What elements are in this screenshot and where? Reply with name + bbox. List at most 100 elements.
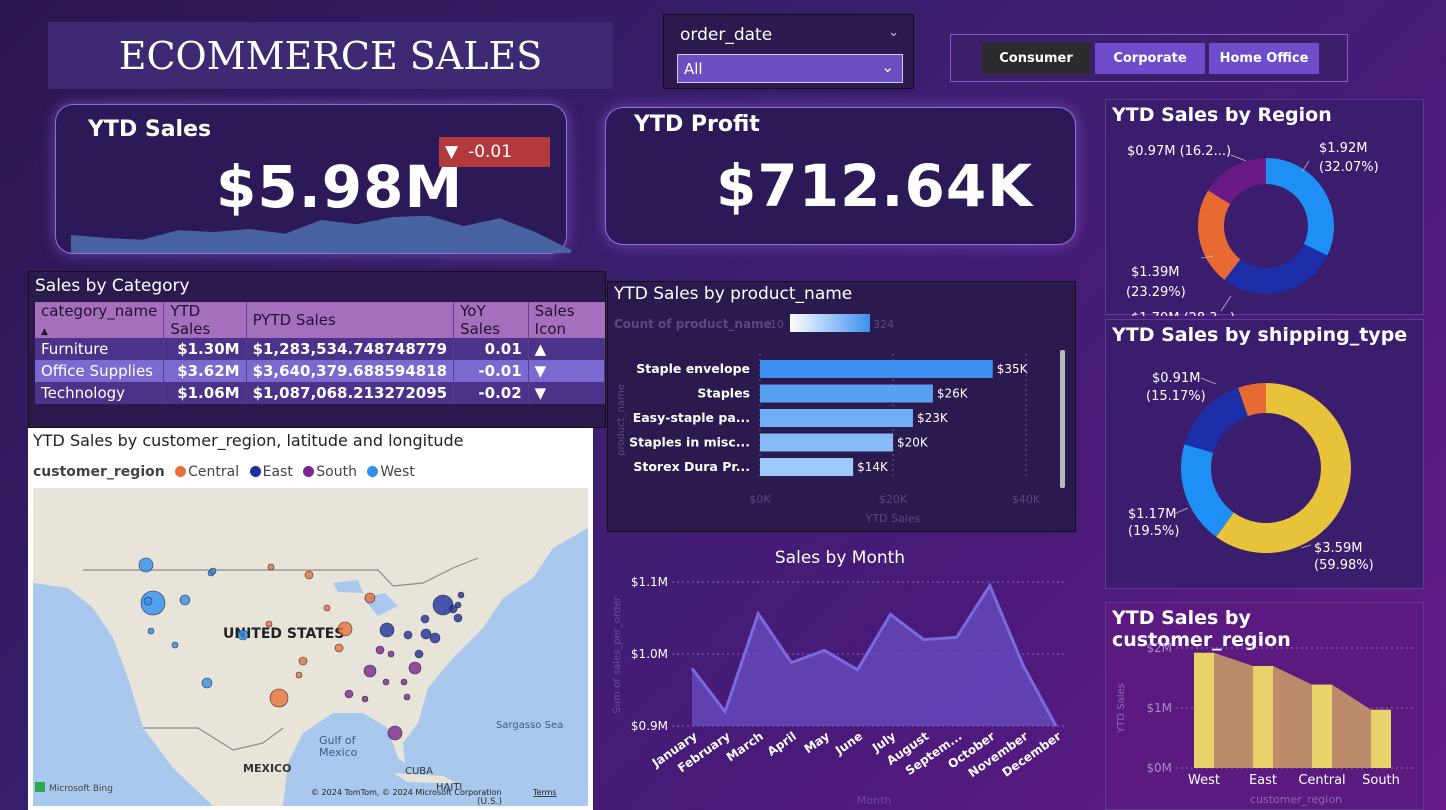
- cell-yoy: -0.01: [453, 360, 529, 382]
- map-bubble: [337, 621, 353, 637]
- segment-label: Home Office: [1219, 51, 1309, 66]
- x-axis-label: customer_region: [1250, 793, 1342, 806]
- cell-ytd: $1.06M: [163, 382, 247, 404]
- x-axis-label: Month: [857, 794, 892, 807]
- data-label: (59.98%): [1314, 558, 1374, 573]
- order-date-slicer[interactable]: order_date ⌄ All ⌄: [663, 14, 914, 89]
- bar-value-label: $23K: [917, 411, 949, 425]
- map-label-us: (U.S.): [477, 797, 502, 806]
- color-scale-min: 10: [770, 318, 784, 331]
- region-bar: [1194, 652, 1214, 768]
- cell-pytd: $1,087,068.213272095: [246, 382, 455, 404]
- month-area: [692, 585, 1056, 726]
- legend-item[interactable]: South: [316, 464, 357, 480]
- data-label: (23.29%): [1126, 285, 1186, 300]
- data-label: $1.70M (28.3...): [1131, 311, 1235, 316]
- map-bubble: [429, 632, 441, 644]
- x-tick-label: South: [1362, 773, 1400, 788]
- column-header[interactable]: PYTD Sales: [246, 302, 455, 338]
- map-bubble: [408, 661, 422, 675]
- color-scale-max: 324: [873, 318, 894, 331]
- x-tick-label: East: [1249, 773, 1277, 788]
- map-bubble: [453, 613, 463, 623]
- product-bar: [760, 409, 913, 427]
- map-label-gulf-2: Mexico: [319, 746, 358, 759]
- yoy-value: -0.01: [468, 142, 513, 162]
- panel-title: YTD Sales by customer_region, latitude a…: [33, 431, 464, 450]
- kpi-value: $712.64K: [716, 152, 1034, 220]
- order-date-dropdown[interactable]: All ⌄: [677, 54, 903, 83]
- chevron-down-icon[interactable]: ⌄: [888, 25, 899, 40]
- leader-line: [1220, 295, 1232, 312]
- donut-slice: [1224, 244, 1328, 295]
- map-bubble: [379, 622, 395, 638]
- map-bubble: [375, 645, 385, 655]
- up-arrow-icon: ▲: [528, 338, 606, 360]
- data-label: $0.91M: [1152, 371, 1200, 386]
- map-label-cuba: CUBA: [405, 766, 433, 777]
- panel-title: Sales by Category: [35, 276, 190, 296]
- bar-value-label: $26K: [937, 387, 969, 401]
- y-tick-label: $2M: [1146, 641, 1172, 655]
- map-bubble: [171, 641, 179, 649]
- map-bubble: [454, 601, 462, 609]
- map-bubble: [209, 567, 217, 575]
- table-row[interactable]: Furniture $1.30M $1,283,534.748748779 0.…: [35, 338, 606, 360]
- chevron-down-icon: ⌄: [881, 58, 894, 76]
- kpi-card-ytd-sales: YTD Sales $5.98M: [55, 104, 571, 254]
- map-bubble: [295, 671, 303, 679]
- x-tick-label: May: [802, 729, 833, 756]
- segment-button-corporate[interactable]: Corporate: [1095, 43, 1205, 74]
- map-bubble: [323, 604, 331, 612]
- customer-region-svg: $0M $1M $2M West East Central South customer_re…: [1116, 641, 1416, 806]
- slicer-label: order_date: [680, 25, 773, 45]
- sales-by-month-chart: Sales by Month $0.9M $1.0M $1.1M January Febr…: [604, 540, 1075, 810]
- map-bubble: [387, 650, 395, 658]
- bar-value-label: $35K: [997, 362, 1029, 376]
- table-row[interactable]: Office Supplies $3.62M $3,640,379.688594…: [35, 360, 606, 382]
- product-sales-chart: YTD Sales by product_name Count of produ…: [607, 281, 1076, 532]
- bar-category-label: Easy-staple pa...: [633, 410, 750, 425]
- legend-item[interactable]: Central: [188, 464, 239, 480]
- x-tick-label: West: [1188, 773, 1220, 788]
- data-label: (32.07%): [1319, 160, 1379, 175]
- map-bubble: [420, 614, 430, 624]
- y-tick-label: $1M: [1146, 701, 1172, 715]
- customer-region-map: YTD Sales by customer_region, latitude a…: [28, 428, 593, 810]
- map-canvas[interactable]: UNITED STATES MEXICO Gulf of Mexico Sarg…: [33, 488, 588, 806]
- dashboard-title: ECOMMERCE SALES: [48, 22, 613, 89]
- product-bar: [760, 384, 933, 403]
- column-header[interactable]: Sales Icon: [528, 302, 605, 338]
- cell-pytd: $3,640,379.688594818: [246, 360, 455, 382]
- legend-dot: [249, 466, 261, 477]
- color-scale-title: Count of product_name: [614, 317, 772, 332]
- segment-button-consumer[interactable]: Consumer: [982, 43, 1090, 74]
- product-bar-svg: Count of product_name10 324 $0K $20K $40K YTD…: [614, 314, 1065, 525]
- dropdown-value: All: [684, 60, 703, 78]
- panel-title: YTD Sales by shipping_type: [1112, 324, 1408, 346]
- x-tick-label: $40K: [1012, 493, 1041, 506]
- x-axis-label: YTD Sales: [865, 512, 921, 525]
- legend-item[interactable]: East: [263, 464, 293, 480]
- column-header[interactable]: YoY Sales: [453, 302, 529, 338]
- region-bar: [1371, 709, 1391, 768]
- segment-button-home-office[interactable]: Home Office: [1209, 43, 1319, 74]
- map-terms-link[interactable]: Terms: [532, 788, 557, 797]
- cell-category: Office Supplies: [35, 360, 165, 382]
- leader-line: [1200, 377, 1217, 385]
- column-header[interactable]: category_name ▲: [35, 302, 165, 338]
- bar-value-label: $14K: [857, 460, 889, 474]
- leader-line: [1300, 544, 1312, 549]
- legend-item[interactable]: West: [380, 464, 414, 480]
- y-axis-label: YTD Sales: [1116, 683, 1127, 734]
- column-header[interactable]: YTD Sales: [163, 302, 247, 338]
- scrollbar: [1060, 350, 1065, 488]
- region-bar: [1253, 666, 1273, 768]
- yoy-badge: ▼ -0.01: [439, 137, 550, 167]
- table-row[interactable]: Technology $1.06M $1,087,068.213272095 -…: [35, 382, 606, 404]
- x-tick-label: $20K: [879, 493, 908, 506]
- map-label-mexico: MEXICO: [243, 762, 291, 775]
- bar-value-label: $20K: [897, 436, 929, 450]
- map-bubble: [364, 592, 376, 604]
- legend-dot: [175, 466, 187, 477]
